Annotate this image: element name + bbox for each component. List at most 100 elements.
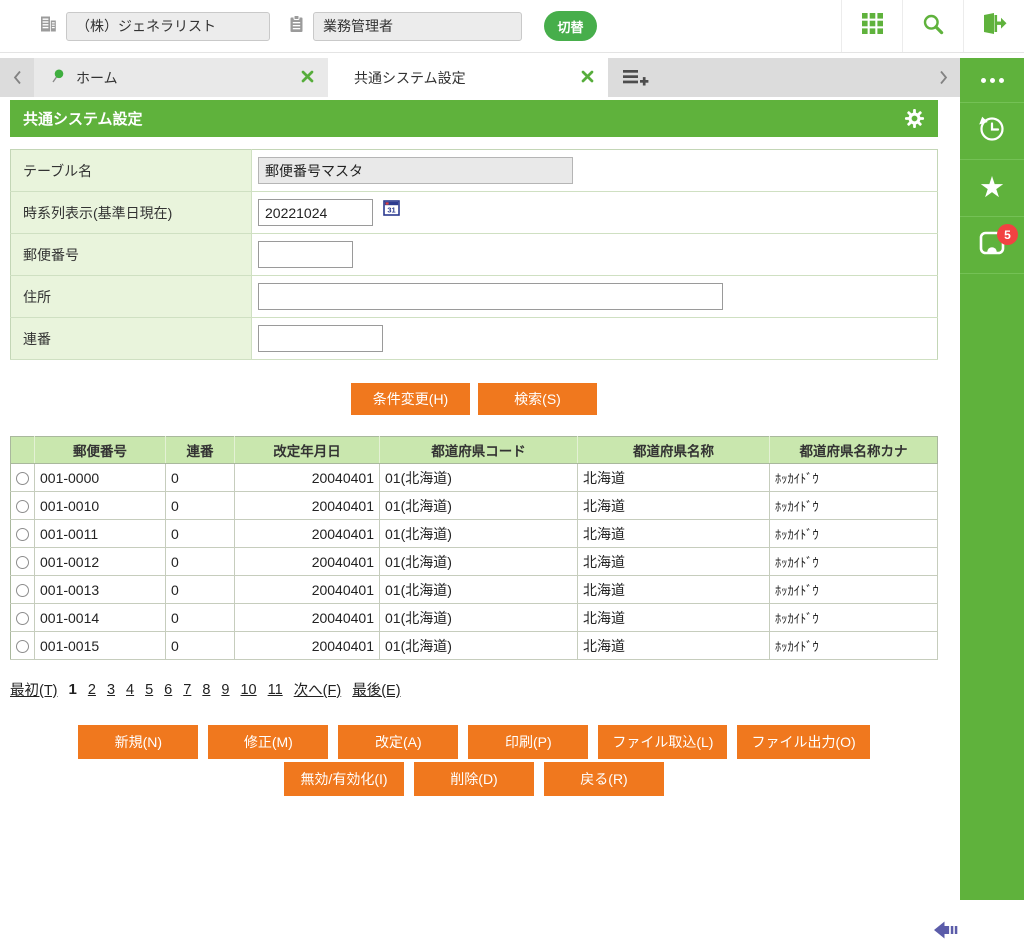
switch-button[interactable]: 切替 [544,11,597,41]
table-row: 001-0000 0 20040401 01(北海道) 北海道 ﾎｯｶｲﾄﾞｳ [10,463,938,492]
page-number-link[interactable]: 4 [126,682,134,698]
row-select-radio[interactable] [16,640,29,654]
table-row: 001-0012 0 20040401 01(北海道) 北海道 ﾎｯｶｲﾄﾞｳ [10,547,938,576]
sequence-input[interactable] [258,325,383,352]
tabbar: ホーム 共通システム設定 [0,58,960,97]
action-button[interactable]: 改定(A) [338,725,459,759]
form-row-timeseries: 時系列表示(基準日現在) 31 [10,191,938,234]
page-number-link[interactable]: 9 [221,682,229,698]
action-button[interactable]: 無効/有効化(I) [284,762,404,796]
address-input[interactable] [258,283,723,310]
page-title: 共通システム設定 [23,111,143,128]
cell-zipcode: 001-0010 [34,491,166,520]
header-select [10,436,35,464]
history-button[interactable] [960,103,1024,160]
tabs-scroll-left-button[interactable] [0,58,34,97]
cell-pref-code: 01(北海道) [379,519,578,548]
page-number-link[interactable]: 8 [202,682,210,698]
page-number-link[interactable]: 6 [164,682,172,698]
page-number-link[interactable]: 5 [145,682,153,698]
page-number-link[interactable]: 3 [107,682,115,698]
cell-pref-code: 01(北海道) [379,603,578,632]
topbar: 切替 [0,0,1024,53]
page-body: 共通システム設定 テーブル名 時系列表示(基準日現在) 31 郵便番号 [0,97,960,796]
header-sequence: 連番 [165,436,235,464]
cell-pref-name: 北海道 [577,603,770,632]
tab-home[interactable]: ホーム [34,58,328,97]
cell-pref-code: 01(北海道) [379,575,578,604]
search-button[interactable] [902,0,963,52]
action-button[interactable]: 修正(M) [208,725,329,759]
action-button[interactable]: ファイル出力(O) [737,725,870,759]
tab-home-label: ホーム [76,69,118,86]
table-header-row: 郵便番号 連番 改定年月日 都道府県コード 都道府県名称 都道府県名称カナ [10,436,938,464]
row-select-radio[interactable] [16,528,29,542]
inbox-button[interactable]: 5 [960,217,1024,274]
collapse-panel-arrow-icon[interactable] [934,919,959,946]
cell-pref-kana: ﾎｯｶｲﾄﾞｳ [769,463,938,492]
cell-sequence: 0 [165,519,235,548]
zipcode-input[interactable] [258,241,353,268]
tab-home-close-icon[interactable] [301,70,314,86]
page-next-link[interactable]: 次へ(F) [294,679,342,700]
action-buttons-row-1: 新規(N) 修正(M) 改定(A) 印刷(P) ファイル取込(L) ファイル出力(O) [10,725,938,759]
cell-revision-date: 20040401 [234,491,380,520]
form-row-sequence: 連番 [10,317,938,360]
action-button[interactable]: 新規(N) [78,725,199,759]
cell-pref-kana: ﾎｯｶｲﾄﾞｳ [769,519,938,548]
cell-zipcode: 001-0015 [34,631,166,660]
cell-zipcode: 001-0012 [34,547,166,576]
page-last-link[interactable]: 最後(E) [352,679,400,700]
row-select-radio[interactable] [16,584,29,598]
search-execute-button[interactable]: 検索(S) [478,383,597,415]
cell-pref-name: 北海道 [577,547,770,576]
table-row: 001-0014 0 20040401 01(北海道) 北海道 ﾎｯｶｲﾄﾞｳ [10,603,938,632]
favorites-button[interactable]: ★ [960,160,1024,217]
calendar-icon[interactable]: 31 [383,199,400,221]
row-select-radio[interactable] [16,612,29,626]
grid-icon [861,13,883,39]
role-input[interactable] [313,11,522,41]
header-revision-date: 改定年月日 [234,436,380,464]
table-name-input [258,157,573,184]
action-button[interactable]: 削除(D) [414,762,534,796]
app-grid-button[interactable] [841,0,902,52]
cell-revision-date: 20040401 [234,575,380,604]
tab-common-system-settings[interactable]: 共通システム設定 [328,58,608,97]
history-clock-icon [977,114,1007,149]
change-condition-button[interactable]: 条件変更(H) [351,383,470,415]
logout-button[interactable] [963,0,1024,52]
cell-pref-code: 01(北海道) [379,631,578,660]
action-button[interactable]: ファイル取込(L) [598,725,728,759]
settings-gear-icon[interactable] [904,108,925,129]
page-number-link[interactable]: 2 [88,682,96,698]
address-label: 住所 [10,275,252,318]
zipcode-label: 郵便番号 [10,233,252,276]
more-menu-button[interactable] [960,58,1024,103]
company-input[interactable] [66,11,270,41]
base-date-input[interactable] [258,199,373,226]
row-select-radio[interactable] [16,472,29,486]
page-number-link[interactable]: 7 [183,682,191,698]
right-sidebar: ★ 5 [960,58,1024,900]
page-first-link[interactable]: 最初(T) [10,679,58,700]
add-tab-button[interactable] [623,58,649,97]
cell-zipcode: 001-0013 [34,575,166,604]
cell-pref-code: 01(北海道) [379,463,578,492]
cell-pref-name: 北海道 [577,491,770,520]
tab-active-label: 共通システム設定 [354,69,466,86]
row-select-radio[interactable] [16,556,29,570]
page-number-link[interactable]: 11 [268,682,283,698]
cell-pref-kana: ﾎｯｶｲﾄﾞｳ [769,575,938,604]
cell-revision-date: 20040401 [234,463,380,492]
page-title-bar: 共通システム設定 [10,100,938,137]
tabs-scroll-right-button[interactable] [926,58,960,97]
tab-active-close-icon[interactable] [581,70,594,86]
action-button[interactable]: 戻る(R) [544,762,664,796]
cell-sequence: 0 [165,575,235,604]
ellipsis-icon [980,77,1004,83]
svg-text:31: 31 [387,206,395,215]
page-number-link[interactable]: 10 [240,682,256,698]
row-select-radio[interactable] [16,500,29,514]
action-button[interactable]: 印刷(P) [468,725,589,759]
